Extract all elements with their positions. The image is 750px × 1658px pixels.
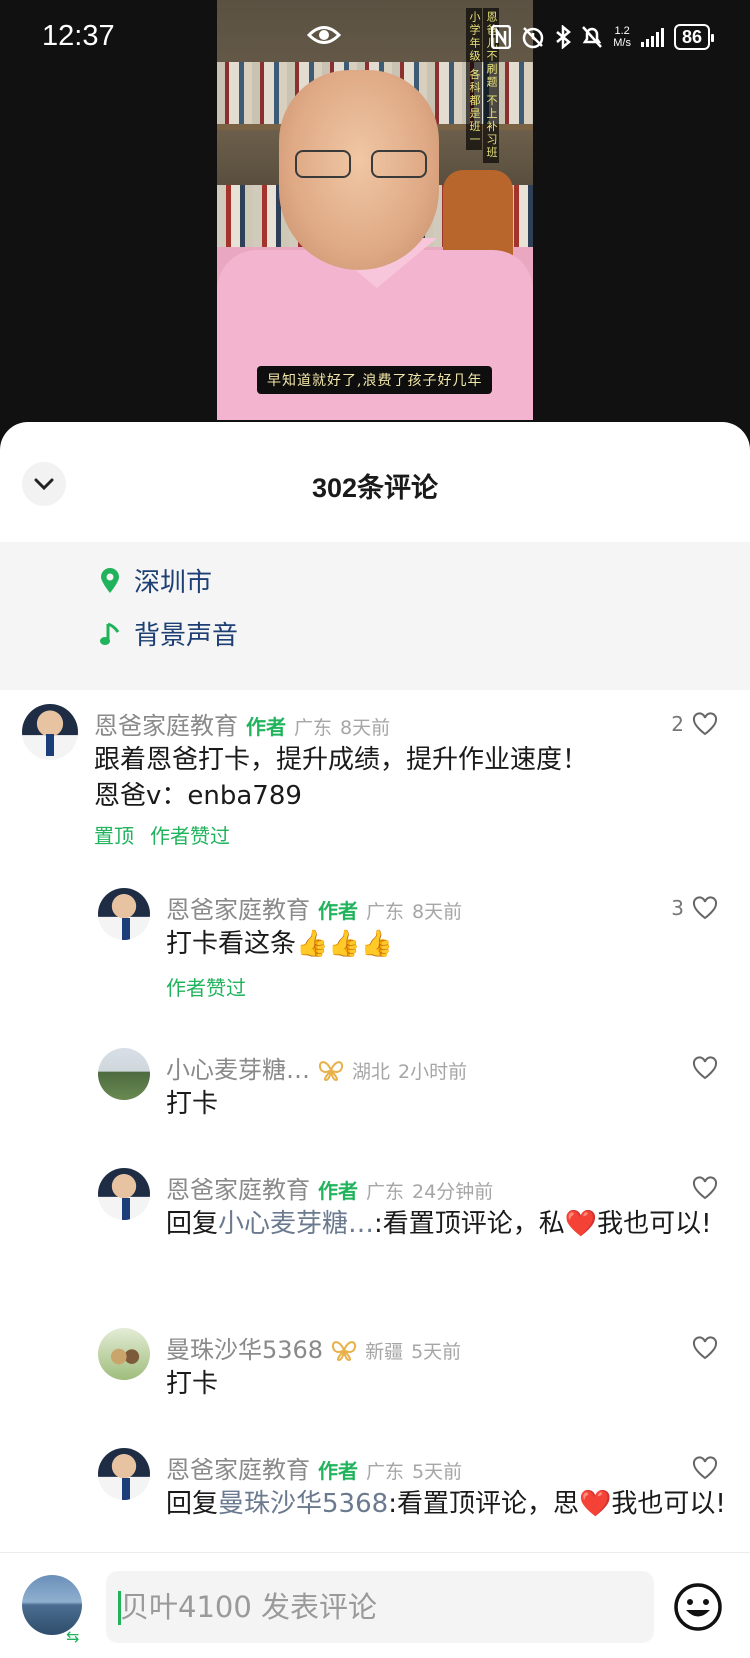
switch-account-icon[interactable]: ⇆ (66, 1627, 90, 1647)
comment-sheet: 302条评论 深圳市 背景声音 恩爸家庭教育 作者 广东 8天前 2 跟着恩爸打… (0, 422, 750, 1658)
chair (443, 170, 513, 260)
commenter-name[interactable]: 小心麦芽糖… (166, 1050, 310, 1085)
location-pin-icon (98, 567, 122, 595)
heart-outline-icon (692, 1456, 718, 1480)
reply-to-user[interactable]: 小心麦芽糖… (218, 1209, 374, 1239)
heart-outline-icon (692, 1056, 718, 1080)
signal-icon (640, 27, 664, 47)
comment-text: 回复曼珠沙华5368:看置顶评论，思❤️我也可以! (166, 1489, 726, 1519)
commenter-name[interactable]: 曼珠沙华5368 (166, 1330, 323, 1365)
avatar[interactable] (98, 1048, 150, 1100)
comment-text: 打卡 (166, 1369, 219, 1399)
like-button[interactable] (692, 1056, 718, 1080)
like-count: 2 (671, 712, 684, 736)
alarm-icon (522, 27, 544, 49)
like-button[interactable]: 2 (671, 712, 718, 736)
comment-header: 恩爸家庭教育 作者 广东 8天前 (94, 706, 390, 741)
text-cursor (118, 1591, 121, 1625)
like-button[interactable] (692, 1336, 718, 1360)
location-label: 深圳市 (134, 568, 213, 598)
comment-input[interactable] (106, 1571, 654, 1643)
commenter-name[interactable]: 恩爸家庭教育 (166, 890, 310, 925)
butterfly-badge-icon (318, 1061, 344, 1081)
mute-icon (582, 26, 603, 48)
avatar[interactable] (22, 704, 78, 760)
battery-icon: 86 (673, 24, 715, 50)
commenter-name[interactable]: 恩爸家庭教育 (166, 1450, 310, 1485)
comment-region: 广东 (366, 1461, 405, 1483)
comment-text: 打卡 (166, 1089, 219, 1119)
comment-region: 湖北 (352, 1061, 391, 1083)
sheet-header: 302条评论 (0, 422, 750, 542)
like-button[interactable]: 3 (671, 896, 718, 920)
comment-region: 广东 (366, 1181, 405, 1203)
music-label: 背景声音 (134, 621, 239, 651)
post-info: 深圳市 背景声音 (0, 542, 750, 690)
comment-text: 打卡看这条👍👍👍 (166, 929, 394, 959)
comment-tags: 置顶 作者赞过 (94, 820, 230, 849)
network-speed: 1.2 M/s (613, 25, 631, 49)
author-liked-tag: 作者赞过 (150, 824, 230, 848)
comment-header: 小心麦芽糖… 湖北 2小时前 (166, 1050, 467, 1085)
music-note-icon (98, 620, 122, 648)
my-avatar[interactable] (22, 1575, 82, 1635)
music-link[interactable]: 背景声音 (98, 615, 238, 652)
author-tag: 作者 (246, 715, 286, 739)
comment-time: 5天前 (412, 1461, 463, 1483)
comment-text: 跟着恩爸打卡，提升成绩，提升作业速度！ 恩爸v：enba789 (94, 745, 589, 811)
nfc-icon (491, 25, 512, 49)
comment-tags: 作者赞过 (166, 972, 246, 1001)
status-time: 12:37 (42, 20, 115, 52)
heart-outline-icon (692, 712, 718, 736)
author-liked-tag: 作者赞过 (166, 976, 246, 1000)
heart-outline-icon (692, 1176, 718, 1200)
comment-header: 恩爸家庭教育 作者 广东 5天前 (166, 1450, 462, 1485)
comment-text: 回复小心麦芽糖…:看置顶评论，私❤️我也可以! (166, 1209, 712, 1239)
comment-time: 8天前 (412, 901, 463, 923)
avatar[interactable] (98, 1168, 150, 1220)
heart-outline-icon (692, 1336, 718, 1360)
comment-time: 2小时前 (398, 1061, 468, 1083)
comment-header: 恩爸家庭教育 作者 广东 24分钟前 (166, 1170, 493, 1205)
reply-to-user[interactable]: 曼珠沙华5368 (218, 1489, 388, 1519)
comment-region: 广东 (294, 717, 333, 739)
status-icons: 1.2 M/s 86 (491, 22, 715, 52)
like-button[interactable] (692, 1176, 718, 1200)
pinned-tag: 置顶 (94, 824, 134, 848)
heart-outline-icon (692, 896, 718, 920)
comment-region: 新疆 (365, 1341, 404, 1363)
like-button[interactable] (692, 1456, 718, 1480)
bluetooth-icon (556, 25, 572, 49)
author-tag: 作者 (318, 1179, 358, 1203)
commenter-name[interactable]: 恩爸家庭教育 (166, 1170, 310, 1205)
butterfly-badge-icon (332, 1341, 357, 1361)
avatar[interactable] (98, 888, 150, 940)
emoji-icon[interactable] (672, 1581, 724, 1633)
comment-input-bar: ⇆ (0, 1552, 750, 1658)
eye-icon (307, 26, 341, 44)
glasses (295, 150, 427, 180)
comment-header: 恩爸家庭教育 作者 广东 8天前 (166, 890, 462, 925)
comment-time: 8天前 (340, 717, 391, 739)
comment-region: 广东 (366, 901, 405, 923)
status-bar: 12:37 1.2 M/s 86 (0, 0, 750, 76)
comment-header: 曼珠沙华5368 新疆 5天前 (166, 1330, 461, 1365)
location-link[interactable]: 深圳市 (98, 562, 212, 599)
author-tag: 作者 (318, 899, 358, 923)
comment-time: 5天前 (411, 1341, 462, 1363)
avatar[interactable] (98, 1448, 150, 1500)
commenter-name[interactable]: 恩爸家庭教育 (94, 706, 238, 741)
comment-time: 24分钟前 (412, 1181, 494, 1203)
like-count: 3 (671, 896, 684, 920)
author-tag: 作者 (318, 1459, 358, 1483)
comment-count-title: 302条评论 (311, 473, 439, 503)
avatar[interactable] (98, 1328, 150, 1380)
video-subtitle: 早知道就好了,浪费了孩子好几年 (257, 366, 493, 394)
